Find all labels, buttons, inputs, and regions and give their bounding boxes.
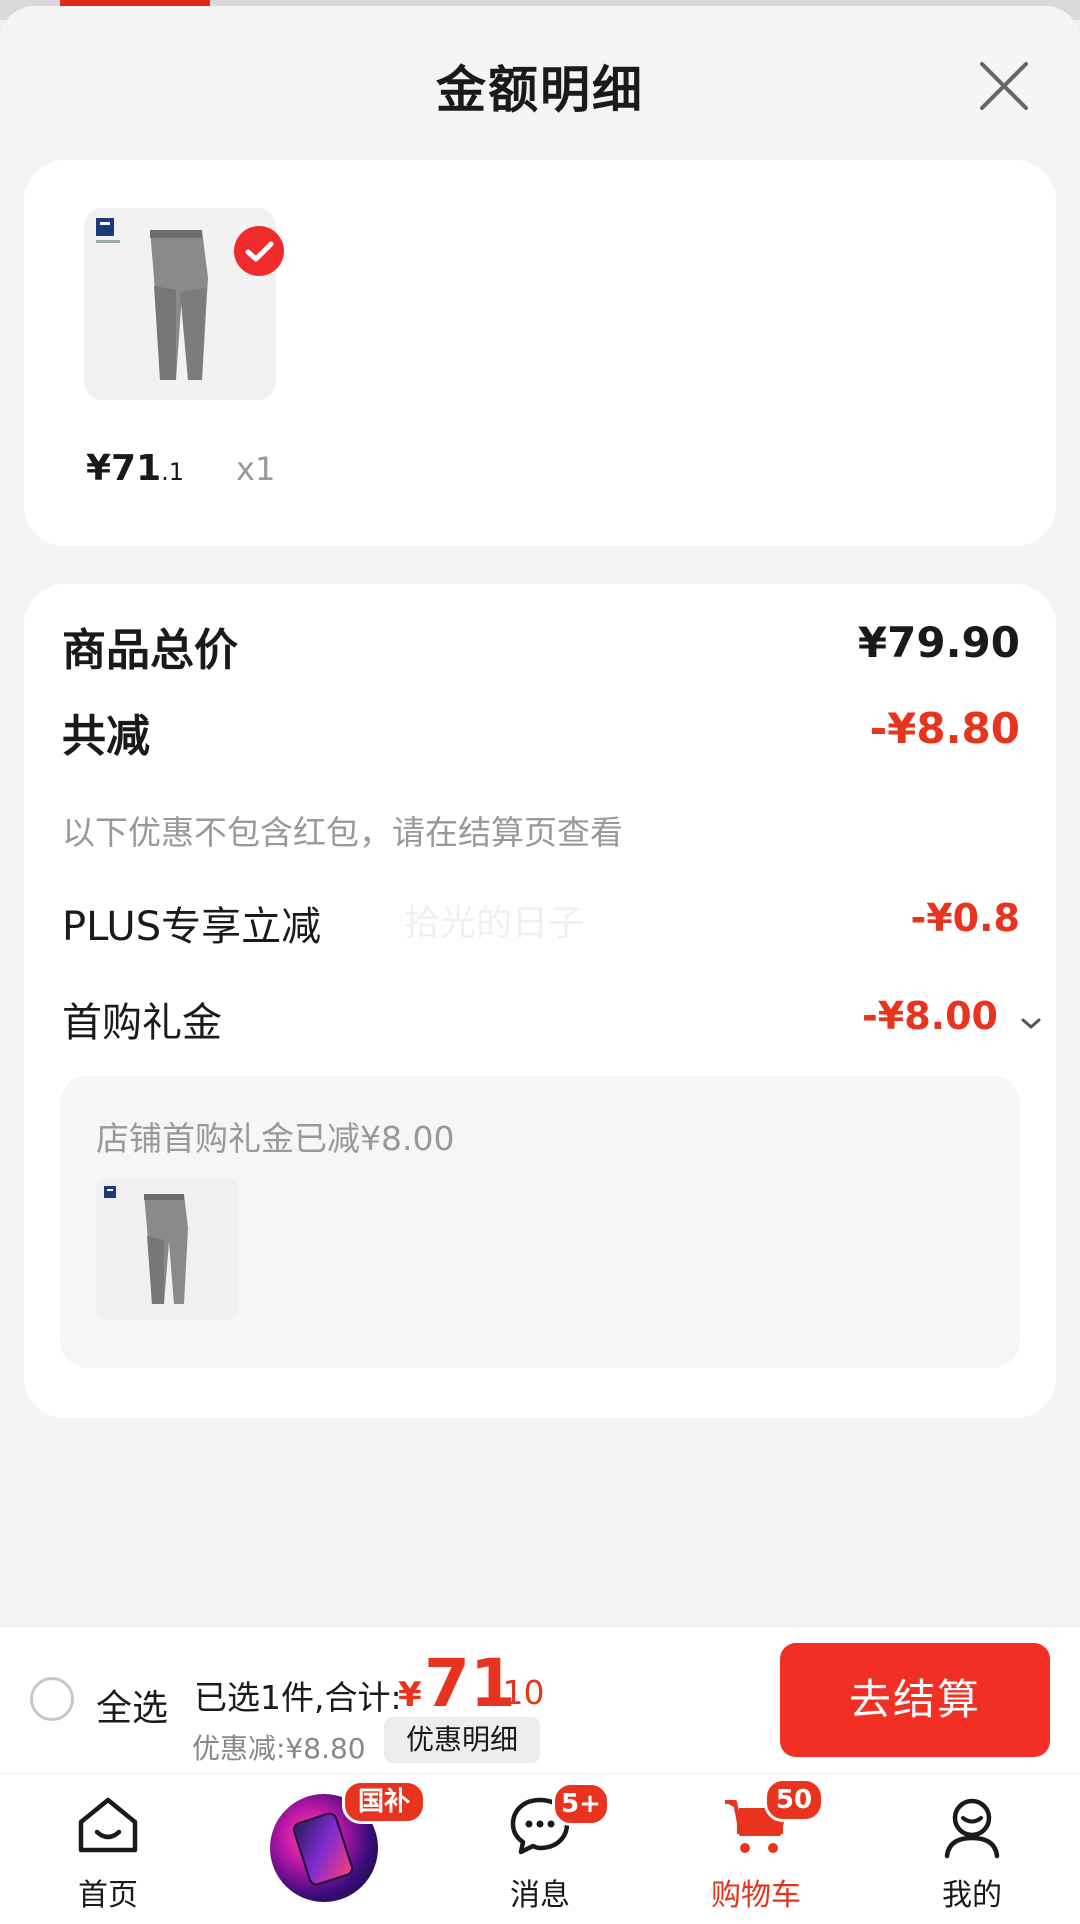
discount-note: 以下优惠不包含红包，请在结算页查看 (62, 813, 623, 852)
profile-icon (944, 1798, 1000, 1859)
tab-home[interactable]: 首页 (28, 1774, 188, 1924)
total-currency: ¥ (398, 1675, 422, 1715)
promo-badge: 国补 (342, 1780, 426, 1824)
select-all-label[interactable]: 全选 (96, 1679, 168, 1731)
checkout-button[interactable]: 去结算 (780, 1643, 1050, 1757)
checkout-bar: 全选 已选1件,合计: ¥ 71 .10 优惠减:¥8.80 优惠明细 去结算 (0, 1626, 1080, 1773)
total-amount-decimal: .10 (492, 1673, 545, 1712)
selected-item-card: ¥71.1 x1 (24, 160, 1056, 546)
item-price-main: ¥71 (86, 448, 162, 489)
tab-cart-label: 购物车 (711, 1878, 801, 1913)
sheet-title: 金额明细 (436, 61, 644, 119)
selected-check-icon[interactable] (234, 226, 284, 276)
tab-cart[interactable]: 50 购物车 (676, 1774, 836, 1924)
home-icon (78, 1797, 138, 1853)
tab-home-label: 首页 (78, 1878, 138, 1913)
promo-phone-graphic (290, 1810, 356, 1888)
price-summary-card: 商品总价 ¥79.90 共减 -¥8.80 以下优惠不包含红包，请在结算页查看 … (24, 584, 1056, 1418)
item-price: ¥71.1 (86, 448, 184, 489)
selected-total-label: 已选1件,合计: (194, 1678, 402, 1717)
plus-discount-value: -¥0.8 (910, 896, 1020, 940)
amount-detail-sheet: 金额明细 ¥71.1 x1 商品总价 ¥79.90 共减 -¥8.80 以下优惠… (0, 6, 1080, 1626)
gift-detail-text: 店铺首购礼金已减¥8.00 (96, 1119, 455, 1158)
item-price-decimal: .1 (161, 458, 185, 486)
close-icon[interactable] (976, 58, 1032, 114)
watermark-text: 拾光的日子 (404, 903, 585, 944)
total-price-value: ¥79.90 (857, 618, 1020, 667)
discount-detail-button[interactable]: 优惠明细 (384, 1717, 540, 1763)
total-price-label: 商品总价 (62, 625, 238, 676)
total-reduction-label: 共减 (62, 711, 150, 762)
first-purchase-gift-label[interactable]: 首购礼金 (62, 990, 222, 1048)
total-reduction-value: -¥8.80 (869, 704, 1020, 753)
first-purchase-gift-value[interactable]: -¥8.00 (862, 994, 998, 1038)
item-quantity: x1 (236, 450, 276, 488)
tab-profile[interactable]: 我的 (892, 1774, 1052, 1924)
tab-promo[interactable]: 国补 (244, 1774, 444, 1924)
chevron-down-icon[interactable] (1020, 1016, 1042, 1035)
tab-messages-label: 消息 (510, 1878, 570, 1913)
select-all-radio[interactable] (30, 1677, 74, 1721)
plus-discount-label: PLUS专享立减 (62, 904, 322, 950)
message-badge: 5+ (552, 1782, 610, 1826)
bottom-tab-bar: 首页 国补 5+ 消息 50 购物车 我的 (0, 1774, 1080, 1924)
gift-product-thumbnail[interactable] (96, 1178, 238, 1320)
tab-profile-label: 我的 (942, 1878, 1002, 1913)
discount-amount-text: 优惠减:¥8.80 (192, 1732, 366, 1765)
tab-messages[interactable]: 5+ 消息 (460, 1774, 620, 1924)
cart-badge: 50 (764, 1778, 824, 1822)
gift-detail-box: 店铺首购礼金已减¥8.00 (60, 1076, 1020, 1368)
